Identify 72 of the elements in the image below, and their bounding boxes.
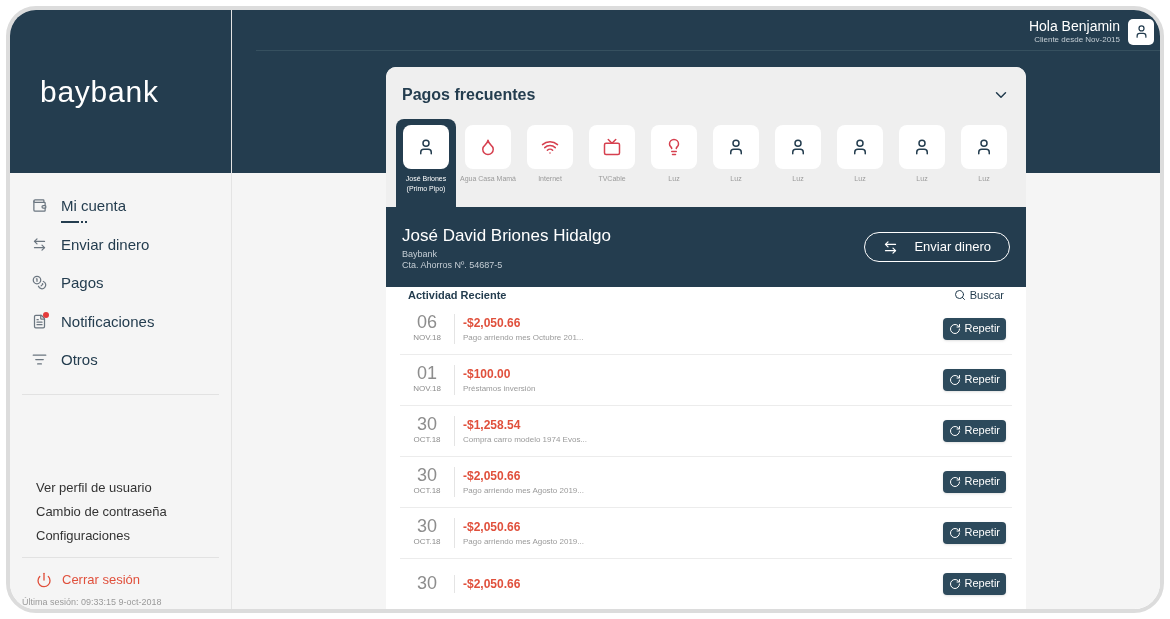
person-icon (851, 138, 869, 156)
account-holder-name: José David Briones Hidalgo (402, 225, 611, 248)
person-icon (417, 138, 435, 156)
profile-button[interactable] (1128, 18, 1154, 45)
repeat-icon (948, 373, 961, 386)
transaction-description: Compra carro modelo 1974 Evos... (463, 433, 589, 446)
power-icon (36, 571, 52, 588)
sidebar-link[interactable]: Ver perfil de usuario (36, 478, 205, 497)
date-day: 30 (417, 466, 437, 486)
bank-name: Baybank (402, 248, 439, 260)
transaction-description: Pago arriendo mes Agosto 2019... (463, 535, 585, 548)
repeat-icon (948, 526, 961, 539)
nav-icon (32, 275, 47, 290)
date-day: 30 (417, 574, 437, 594)
wifi-icon (541, 138, 559, 156)
tv-icon (603, 138, 621, 156)
repeat-button[interactable]: Repetir (942, 470, 1006, 493)
transaction-amount: -$2,050.66 (463, 575, 522, 593)
search-button[interactable]: Buscar (953, 287, 1004, 304)
nav-icon (32, 313, 47, 329)
user-icon (1133, 24, 1149, 39)
person-icon (789, 138, 807, 156)
search-icon (953, 289, 966, 302)
nav-item[interactable]: Otros (32, 349, 209, 388)
nav-item[interactable]: Pagos (32, 272, 209, 311)
nav-icon (32, 352, 47, 367)
transaction-amount: -$2,050.66 (463, 518, 522, 536)
repeat-button[interactable]: Repetir (942, 521, 1006, 544)
nav-icon (32, 198, 47, 213)
sidebar-link[interactable]: Cambio de contraseña (36, 502, 205, 521)
transaction-description: Pago arriendo mes Octubre 201... (463, 331, 585, 344)
transaction-amount: -$1,258.54 (463, 416, 522, 434)
person-icon (727, 138, 745, 156)
greeting: Hola Benjamin (1028, 17, 1120, 34)
date-day: 01 (417, 364, 437, 384)
nav-item[interactable]: Enviar dinero (32, 233, 209, 272)
transaction-description: Préstamos inversión (463, 382, 537, 395)
logo: baybank (40, 74, 159, 110)
repeat-icon (948, 322, 961, 335)
repeat-button[interactable]: Repetir (942, 419, 1006, 442)
nav-item[interactable]: Mi cuenta (32, 195, 209, 234)
section-title: Pagos frecuentes (402, 85, 536, 105)
activity-title: Actividad Reciente (408, 288, 507, 304)
date-month: OCT.18 (413, 536, 441, 549)
date-month: NOV.18 (413, 332, 441, 345)
date-month: OCT.18 (413, 485, 441, 498)
transaction-amount: -$100.00 (463, 365, 512, 383)
date-month: NOV.18 (413, 383, 441, 396)
repeat-button[interactable]: Repetir (942, 317, 1006, 340)
repeat-button[interactable]: Repetir (942, 572, 1006, 595)
date-day: 06 (417, 313, 437, 333)
transfer-icon (883, 239, 899, 255)
person-icon (975, 138, 993, 156)
transaction-amount: -$2,050.66 (463, 467, 522, 485)
logout-button[interactable]: Cerrar sesión (10, 558, 231, 590)
person-icon (913, 138, 931, 156)
repeat-icon (948, 424, 961, 437)
sidebar-link[interactable]: Configuraciones (36, 526, 205, 545)
date-day: 30 (417, 517, 437, 537)
account-number: Cta. Ahorros Nº. 54687-5 (402, 259, 504, 271)
repeat-icon (948, 577, 961, 590)
client-since: Cliente desde Nov-2015 (1034, 34, 1120, 46)
nav-icon (32, 236, 47, 252)
transaction-description: Pago arriendo mes Agosto 2019... (463, 484, 585, 497)
repeat-icon (948, 475, 961, 488)
transaction-amount: -$2,050.66 (463, 314, 522, 332)
date-month: OCT.18 (413, 434, 441, 447)
water-drop-icon (479, 138, 497, 156)
nav-item[interactable]: Notificaciones (32, 310, 209, 349)
repeat-button[interactable]: Repetir (942, 368, 1006, 391)
date-day: 30 (417, 415, 437, 435)
last-session-text: Última sesión: 09:33:15 9-oct-2018 (21, 595, 163, 609)
